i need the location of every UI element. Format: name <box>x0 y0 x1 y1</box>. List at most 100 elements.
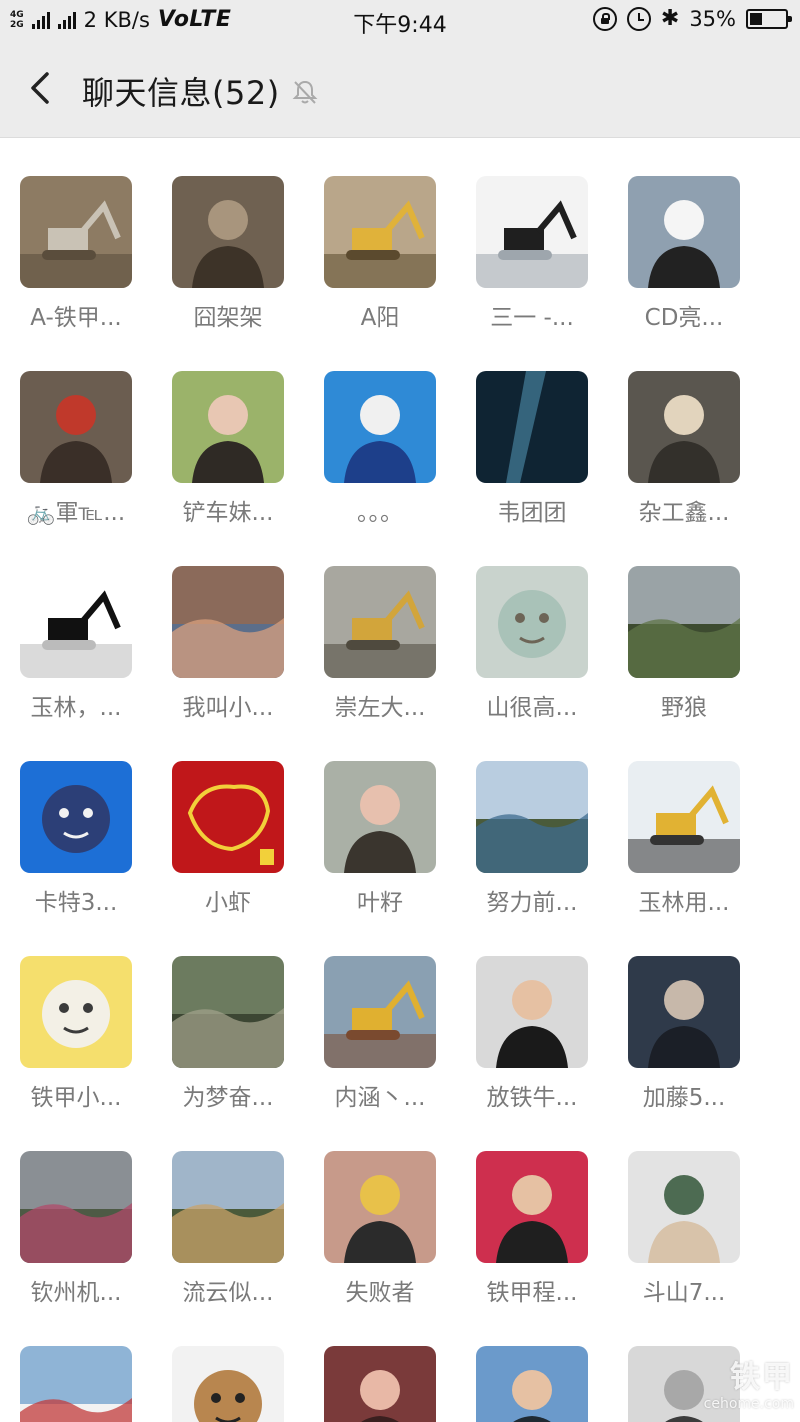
member-item[interactable]: 为梦奋... <box>152 918 292 1111</box>
member-name: A-铁甲... <box>30 305 122 331</box>
member-name: 内涵丶... <box>334 1085 426 1111</box>
member-item[interactable]: CD亮... <box>608 138 748 331</box>
member-item[interactable]: 努力前... <box>456 723 596 916</box>
page-title: 聊天信息(52) <box>82 74 280 112</box>
member-item[interactable]: 韦团团 <box>456 333 596 526</box>
member-item[interactable]: 加藤5... <box>608 918 748 1111</box>
dark-photo-icon <box>476 371 588 483</box>
member-item[interactable]: 囧架架 <box>152 138 292 331</box>
member-item[interactable]: 铲车妹... <box>152 333 292 526</box>
member-item[interactable]: 杂工鑫... <box>608 333 748 526</box>
back-button[interactable] <box>22 68 62 108</box>
member-name: 放铁牛... <box>486 1085 578 1111</box>
member-name: 叶籽 <box>357 890 403 916</box>
member-item[interactable]: 钦州机... <box>0 1113 140 1306</box>
lion-photo-icon <box>628 371 740 483</box>
member-item[interactable]: A阳 <box>304 138 444 331</box>
member-name: 三一 -... <box>490 305 574 331</box>
member-item[interactable]: 野狼 <box>608 528 748 721</box>
avatar <box>476 956 588 1068</box>
member-item[interactable] <box>456 1308 596 1422</box>
avatar <box>172 566 284 678</box>
member-name: 山很高... <box>486 695 578 721</box>
avatar <box>476 566 588 678</box>
avatar <box>628 956 740 1068</box>
avatar <box>628 1151 740 1263</box>
avatar <box>324 176 436 288</box>
landscape-photo-icon <box>476 761 588 873</box>
member-item[interactable]: 山很高... <box>456 528 596 721</box>
member-item[interactable] <box>0 1308 140 1422</box>
child-photo-icon <box>628 1151 740 1263</box>
member-item[interactable]: 三一 -... <box>456 138 596 331</box>
cartoon-cat-icon <box>20 761 132 873</box>
anime-drawing-icon <box>476 566 588 678</box>
avatar <box>628 761 740 873</box>
member-name: 铁甲小... <box>30 1085 122 1111</box>
member-item[interactable]: 卡特3... <box>0 723 140 916</box>
member-item[interactable]: A-铁甲... <box>0 138 140 331</box>
watermark: 铁甲 cehome.com <box>704 1352 794 1412</box>
member-item[interactable] <box>304 1308 444 1422</box>
member-item[interactable]: 铁甲小... <box>0 918 140 1111</box>
member-name: 流云似... <box>182 1280 274 1306</box>
excavator-photo-icon <box>324 566 436 678</box>
watermark-sub: cehome.com <box>703 1396 794 1412</box>
member-item[interactable]: 流云似... <box>152 1113 292 1306</box>
member-name: 小虾 <box>205 890 251 916</box>
landscape-photo-icon <box>628 566 740 678</box>
man-photo-icon <box>324 1151 436 1263</box>
map-china-icon <box>172 761 284 873</box>
member-item[interactable]: 铁甲程... <box>456 1113 596 1306</box>
member-name: A阳 <box>360 305 400 331</box>
excavator-drawing-icon <box>20 566 132 678</box>
member-name: 杂工鑫... <box>638 500 730 526</box>
man-photo-icon <box>476 956 588 1068</box>
excavator-photo-icon <box>628 761 740 873</box>
status-right: ✱ 35% <box>592 6 792 31</box>
excavator-photo-icon <box>20 176 132 288</box>
avatar <box>172 761 284 873</box>
status-bar: 4G 2G 2 KB/s VoLTE 下午9:44 ✱ 35% <box>0 0 800 40</box>
boy-photo-icon <box>324 761 436 873</box>
member-item[interactable]: 玉林用... <box>608 723 748 916</box>
avatar <box>628 371 740 483</box>
avatar <box>20 176 132 288</box>
chevron-left-icon <box>31 72 49 104</box>
avatar <box>628 566 740 678</box>
alarm-icon <box>626 6 651 31</box>
avatar <box>628 176 740 288</box>
member-item[interactable]: 内涵丶... <box>304 918 444 1111</box>
member-item[interactable] <box>152 1308 292 1422</box>
cat-photo-icon <box>324 371 436 483</box>
member-name: 加藤5... <box>642 1085 726 1111</box>
member-grid: A-铁甲... 囧架架 A阳 三一 -... CD亮... 🚲軍℡... 铲车妹... 。。。… <box>0 138 800 1422</box>
excavator-photo-icon <box>324 956 436 1068</box>
camel-photo-icon <box>172 1151 284 1263</box>
member-item[interactable]: 玉林，... <box>0 528 140 721</box>
member-name: 钦州机... <box>30 1280 122 1306</box>
member-name: 玉林用... <box>638 890 730 916</box>
person-photo-icon <box>628 176 740 288</box>
avatar <box>476 761 588 873</box>
avatar <box>324 1151 436 1263</box>
avatar <box>172 956 284 1068</box>
member-item[interactable]: 叶籽 <box>304 723 444 916</box>
avatar <box>172 1346 284 1422</box>
member-item[interactable]: 🚲軍℡... <box>0 333 140 526</box>
avatar <box>476 176 588 288</box>
member-item[interactable]: 斗山7... <box>608 1113 748 1306</box>
mute-bell-icon <box>292 80 318 104</box>
member-item[interactable]: 小虾 <box>152 723 292 916</box>
excavator-drawing-icon <box>476 176 588 288</box>
avatar <box>172 1151 284 1263</box>
avatar <box>324 761 436 873</box>
avatar <box>20 956 132 1068</box>
excavator-photo-icon <box>324 176 436 288</box>
member-item[interactable]: 崇左大... <box>304 528 444 721</box>
woman-photo-icon <box>324 1346 436 1422</box>
member-item[interactable]: 失败者 <box>304 1113 444 1306</box>
member-item[interactable]: 我叫小... <box>152 528 292 721</box>
member-item[interactable]: 。。。 <box>304 333 444 526</box>
member-item[interactable]: 放铁牛... <box>456 918 596 1111</box>
